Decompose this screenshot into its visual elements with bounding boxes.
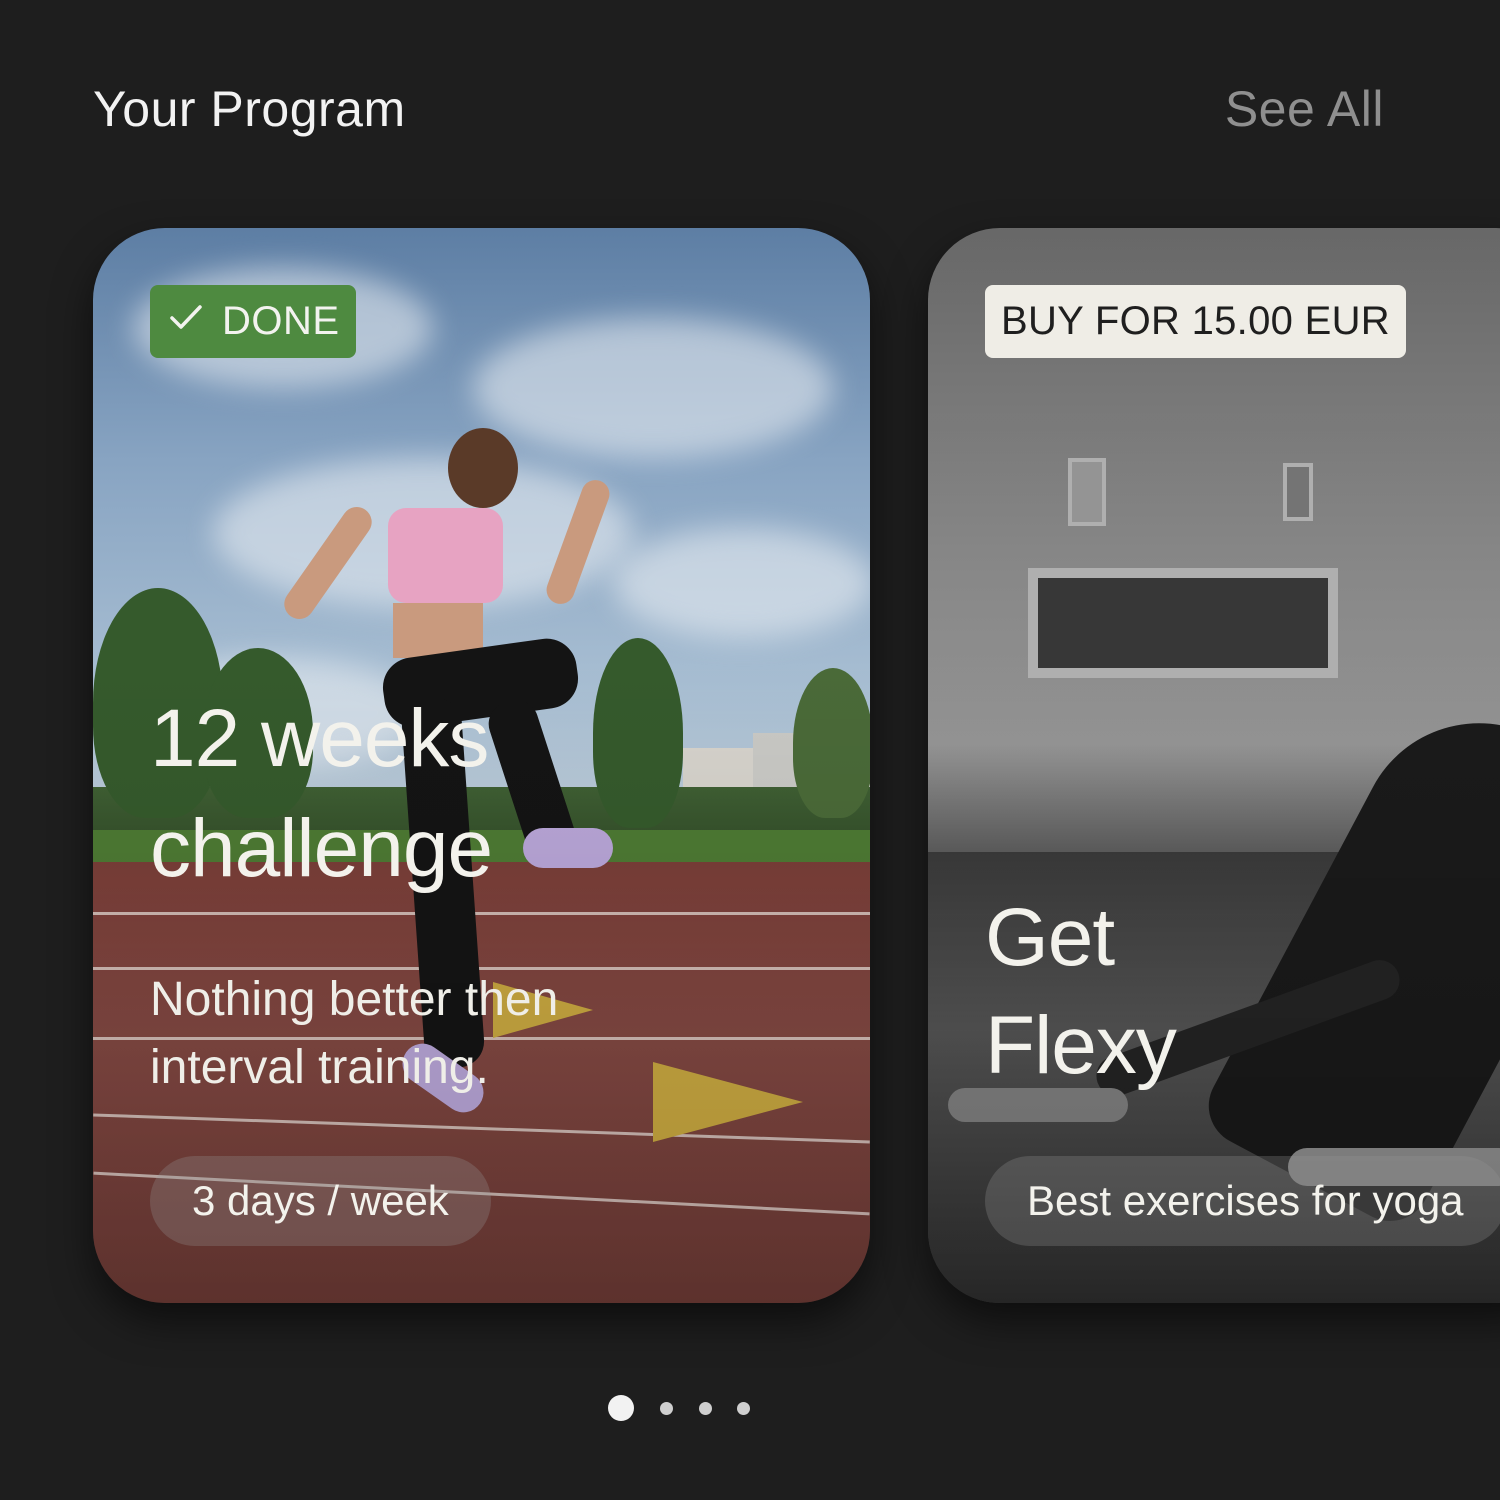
program-card-get-flexy[interactable]: BUY FOR 15.00 EUR Get Flexy Best exercis… [928, 228, 1500, 1303]
card-title-line1: Get [985, 892, 1115, 983]
checkmark-icon [166, 297, 206, 347]
pagination-dot[interactable] [660, 1402, 673, 1415]
program-card-12-weeks[interactable]: DONE 12 weeks challenge Nothing better t… [93, 228, 870, 1303]
subtitle-pill: Best exercises for yoga [985, 1156, 1500, 1246]
pagination-dot-active[interactable] [608, 1395, 634, 1421]
card-description-line1: Nothing better then [150, 973, 559, 1026]
see-all-link[interactable]: See All [1225, 80, 1384, 138]
card-title-line2: Flexy [985, 1000, 1177, 1091]
pagination-dot[interactable] [699, 1402, 712, 1415]
card-title-line2: challenge [150, 803, 493, 894]
buy-badge[interactable]: BUY FOR 15.00 EUR [985, 285, 1406, 358]
done-badge-label: DONE [222, 299, 340, 343]
pagination-dot[interactable] [737, 1402, 750, 1415]
frequency-pill: 3 days / week [150, 1156, 491, 1246]
card-description-line2: interval training. [150, 1041, 489, 1094]
pagination-dots [0, 1395, 1500, 1421]
page-title: Your Program [93, 81, 406, 137]
done-badge: DONE [150, 285, 356, 358]
card-title-line1: 12 weeks [150, 693, 489, 784]
card-description: Nothing better then interval training. [150, 966, 710, 1102]
